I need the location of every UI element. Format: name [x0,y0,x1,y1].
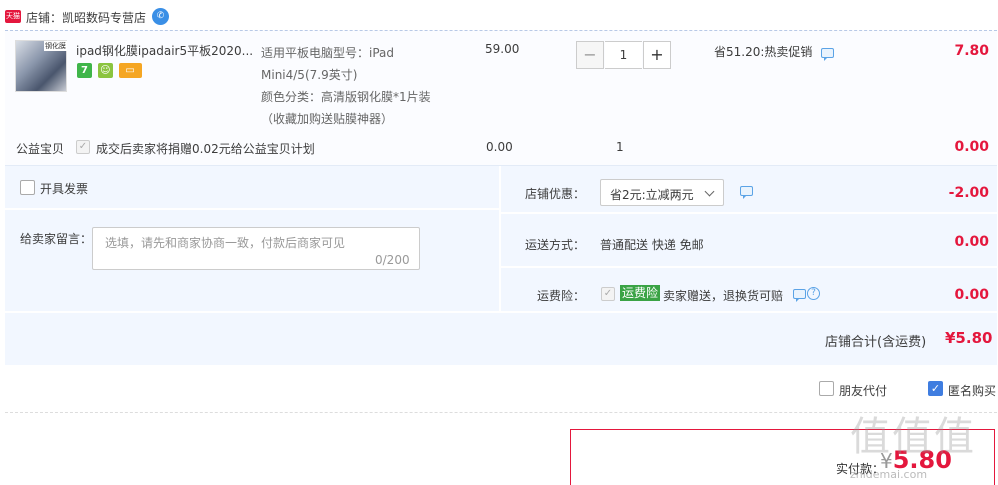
charity-total: 0.00 [954,139,989,155]
site-watermark: 值值值 [850,414,976,460]
wangwang-chat-icon[interactable]: ✆ [152,8,169,25]
item-total: 7.80 [954,43,989,59]
message-label: 给卖家留言： [20,232,93,246]
row-divider [501,266,997,268]
site-watermark-url: zhidemai.com [850,468,928,481]
qty-minus-button[interactable]: − [576,41,604,69]
charity-text: 成交后卖家将捐赠0.02元给公益宝贝计划 [96,142,315,156]
chevron-down-icon [704,186,715,197]
qty-plus-button[interactable]: + [643,41,671,69]
friend-pay-checkbox[interactable] [819,381,834,396]
shop-header [0,0,998,30]
sku-note: （收藏加购送贴膜神器） [261,112,394,126]
shop-name[interactable]: 店铺：凯昭数码专营店 [26,9,146,26]
seven-day-return-icon[interactable]: 7 [77,63,92,78]
charity-label: 公益宝贝 [16,142,65,156]
panel-divider [499,166,501,311]
credit-card-icon[interactable]: ▭ [118,63,142,78]
qty-input[interactable]: 1 [605,41,642,69]
shop-total-label: 店铺合计(含运费) [825,335,927,350]
divider [5,412,997,413]
discount-selected: 省2元:立减两元 [610,188,694,202]
insurance-checkbox: ✓ [601,287,615,301]
thumbnail-tag: 钢化膜 [44,41,67,51]
promo-text: 省51.20:热卖促销 [714,45,813,59]
charity-qty: 1 [616,140,624,154]
tmall-badge-icon: 天猫 [5,10,21,23]
charity-checkbox: ✓ [76,140,90,154]
discount-amount: -2.00 [948,185,989,201]
anonymous-checkbox[interactable]: ✓ [928,381,943,396]
product-title[interactable]: ipad钢化膜ipadair5平板2020... [76,42,256,59]
friend-pay-label[interactable]: 朋友代付 [839,382,887,399]
invoice-label[interactable]: 开具发票 [40,180,88,197]
unit-price: 59.00 [485,42,520,56]
insurance-text: 卖家赠送，退换货可赔 [663,289,784,303]
insurance-amount: 0.00 [954,287,989,303]
shop-total-value: ¥5.80 [945,329,993,347]
promo-chat-icon[interactable] [821,48,834,61]
insurance-label: 运费险： [537,289,586,303]
sku-info: 适用平板电脑型号：iPad Mini4/5(7.9英寸) 颜色分类：高清版钢化膜… [261,42,461,130]
shipping-method: 普通配送 快递 免邮 [600,238,704,252]
shipping-label: 运送方式： [525,238,586,252]
row-divider [501,212,997,214]
anonymous-label[interactable]: 匿名购买 [948,382,996,399]
help-icon[interactable]: ? [807,287,820,300]
discount-select[interactable]: 省2元:立减两元 [600,179,724,206]
message-placeholder: 选填，请先和商家协商一致，付款后商家可见 [105,236,346,250]
shipping-amount: 0.00 [954,234,989,250]
discount-label: 店铺优惠： [525,187,586,201]
discount-chat-icon[interactable] [740,186,753,199]
message-char-count: 0/200 [375,253,410,267]
service-icons: 7 ☺ ▭ [77,63,144,78]
insurance-tag: 运费险 [620,285,661,301]
sku-model: 适用平板电脑型号：iPad Mini4/5(7.9英寸) [261,46,395,82]
sku-color: 颜色分类：高清版钢化膜*1片装 [261,90,431,104]
invoice-checkbox[interactable] [20,180,35,195]
android-store-icon[interactable]: ☺ [97,63,113,78]
charity-price: 0.00 [486,140,513,154]
row-divider [5,311,997,313]
insurance-chat-icon[interactable] [793,289,806,302]
